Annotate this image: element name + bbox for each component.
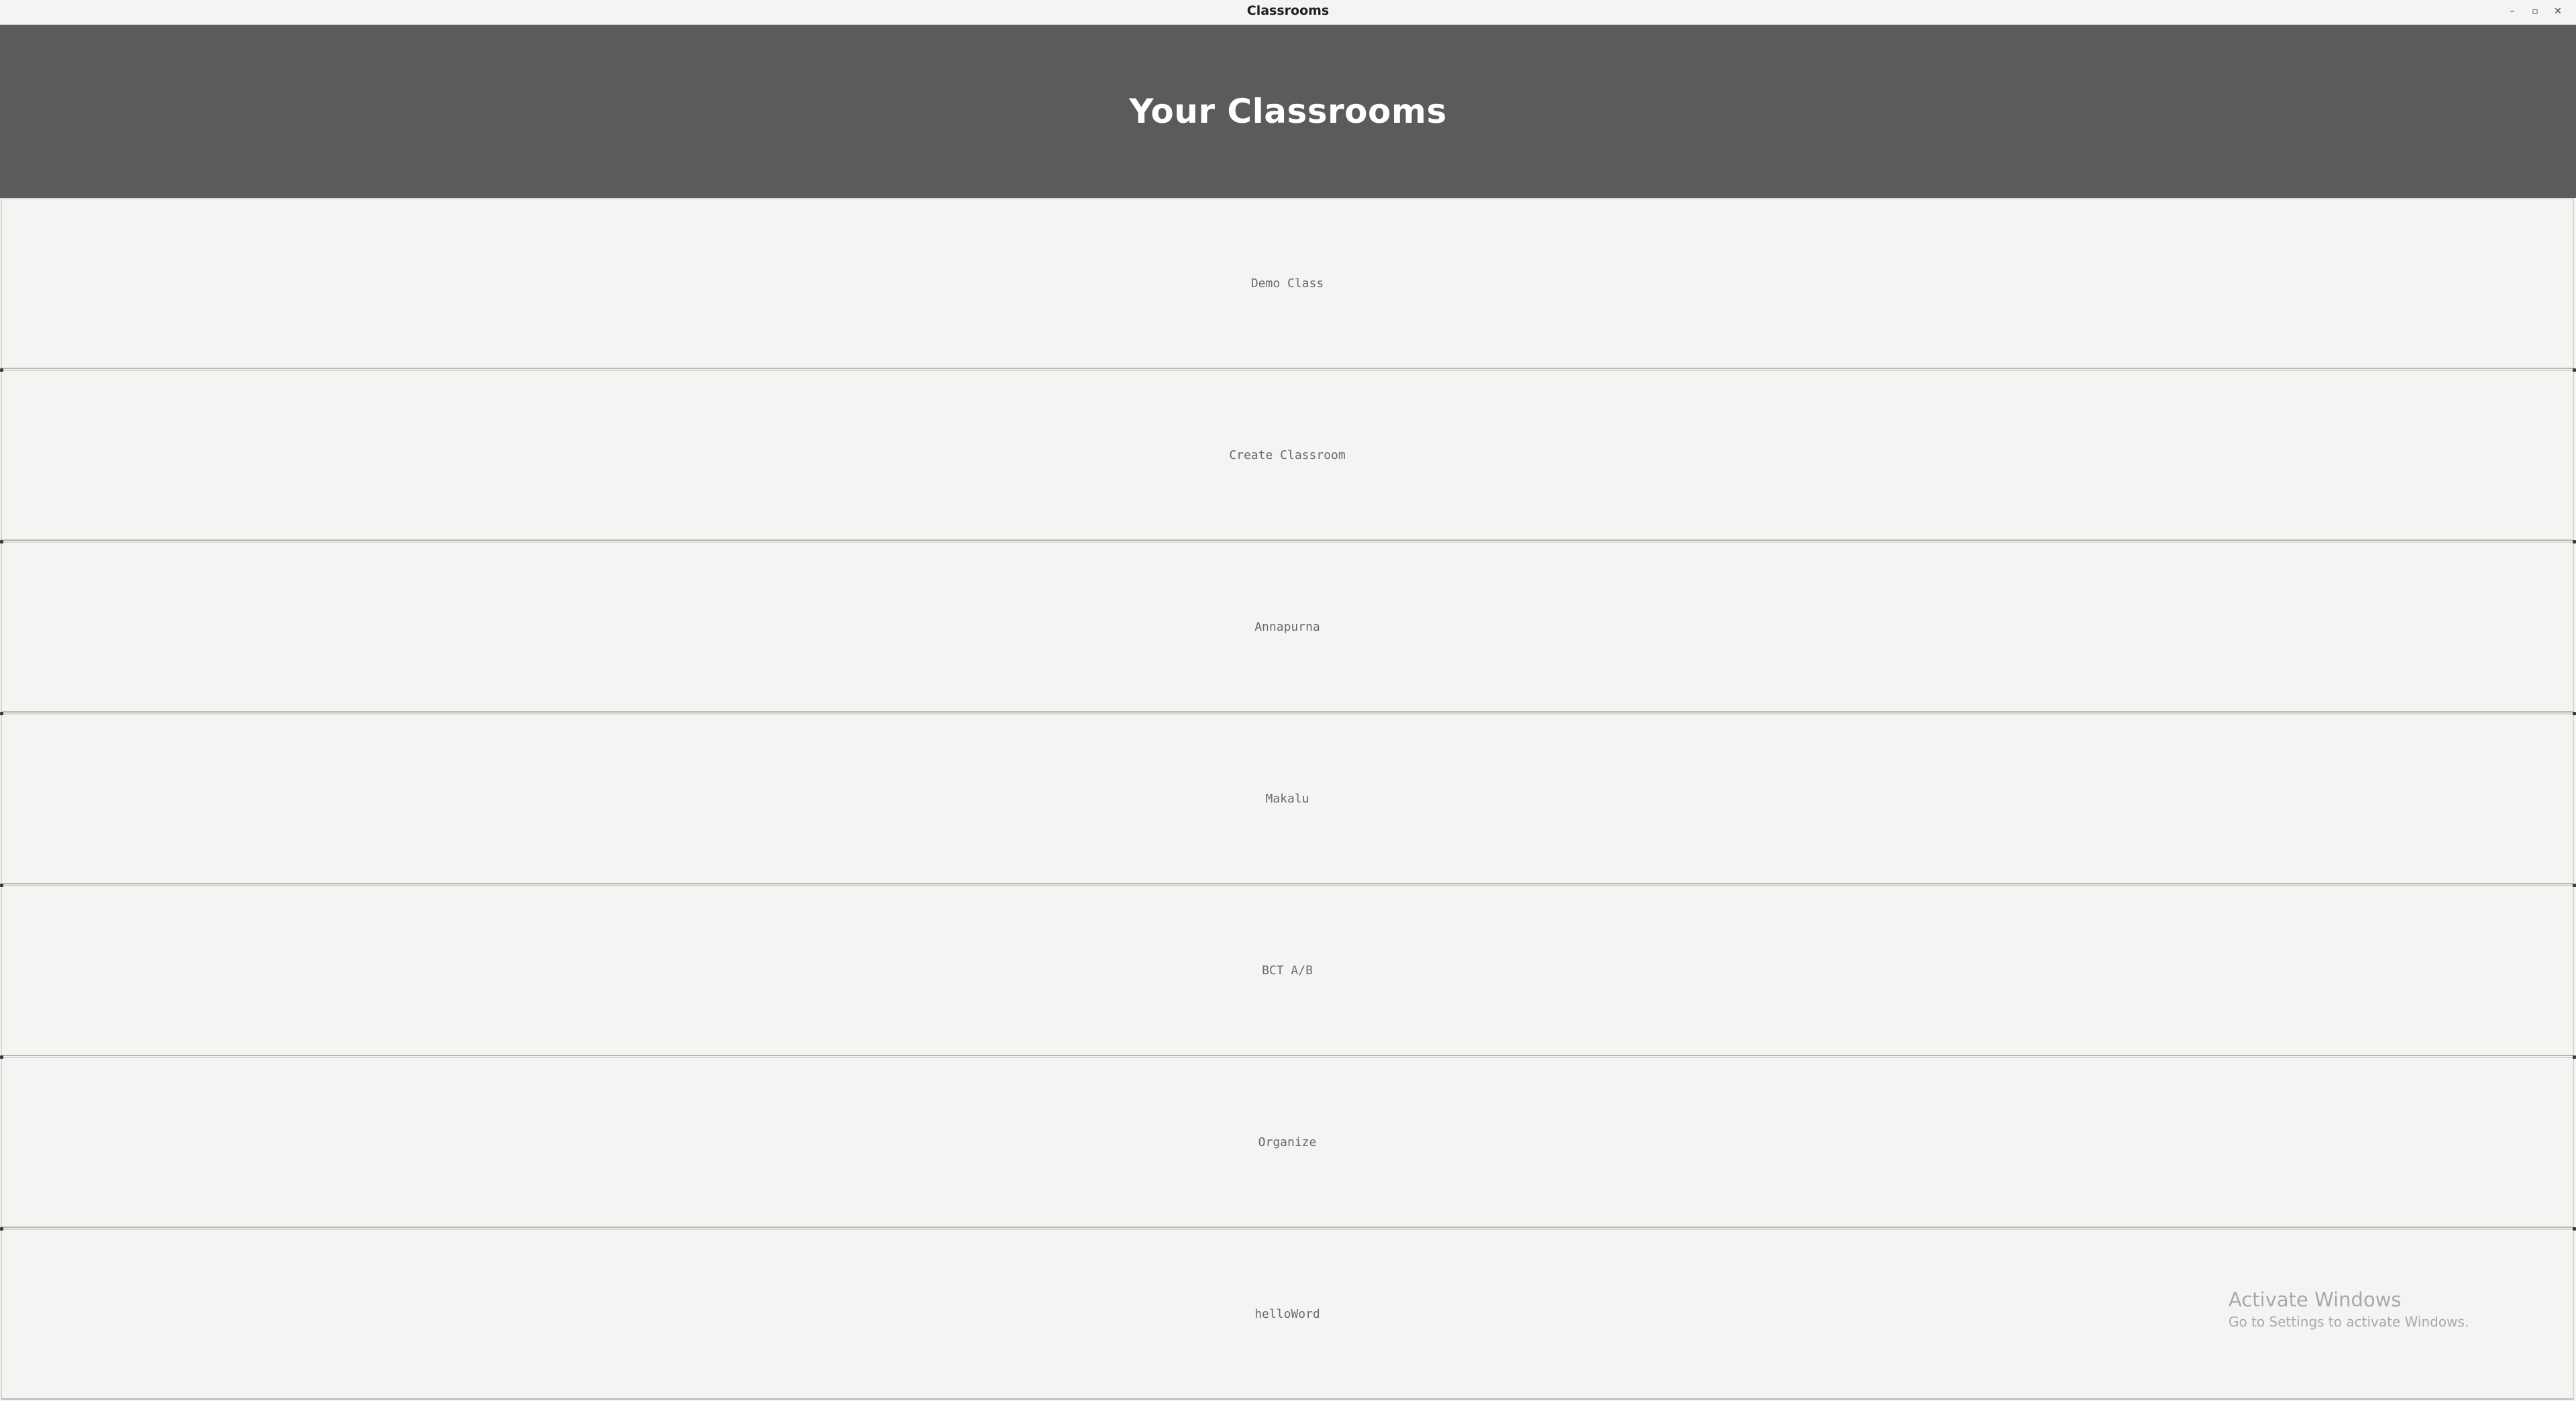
separator-marker	[2573, 884, 2576, 887]
separator-marker	[2573, 368, 2576, 372]
window-titlebar[interactable]: Classrooms – ▫ ✕	[0, 0, 2576, 25]
separator-marker	[0, 540, 3, 543]
maximize-icon: ▫	[2532, 5, 2538, 17]
classroom-button-bct-ab[interactable]: BCT A/B	[1, 885, 2574, 1056]
separator-marker	[2573, 712, 2576, 715]
close-button[interactable]: ✕	[2546, 0, 2569, 22]
classroom-button-helloword[interactable]: helloWord	[1, 1229, 2574, 1400]
separator-marker	[2573, 540, 2576, 543]
maximize-button[interactable]: ▫	[2524, 0, 2546, 22]
window-title: Classrooms	[1246, 3, 1330, 18]
create-classroom-button[interactable]: Create Classroom	[1, 370, 2574, 541]
page-header: Your Classrooms	[0, 25, 2576, 198]
separator-marker	[0, 1055, 3, 1059]
separator-marker	[0, 712, 3, 715]
page-title: Your Classrooms	[1129, 92, 1447, 131]
minimize-button[interactable]: –	[2501, 0, 2524, 22]
separator-marker	[0, 884, 3, 887]
classroom-button-organize[interactable]: Organize	[1, 1057, 2574, 1228]
classroom-list: Demo Class Create Classroom Annapurna Ma…	[0, 198, 2576, 1401]
classroom-button-annapurna[interactable]: Annapurna	[1, 541, 2574, 713]
separator-marker	[0, 368, 3, 372]
classroom-button-makalu[interactable]: Makalu	[1, 713, 2574, 884]
close-icon: ✕	[2554, 5, 2562, 17]
minimize-icon: –	[2510, 5, 2515, 17]
separator-marker	[0, 1227, 3, 1231]
separator-marker	[2573, 1227, 2576, 1231]
separator-marker	[2573, 1055, 2576, 1059]
classroom-button-demo-class[interactable]: Demo Class	[1, 198, 2574, 369]
window-controls: – ▫ ✕	[2501, 0, 2569, 22]
